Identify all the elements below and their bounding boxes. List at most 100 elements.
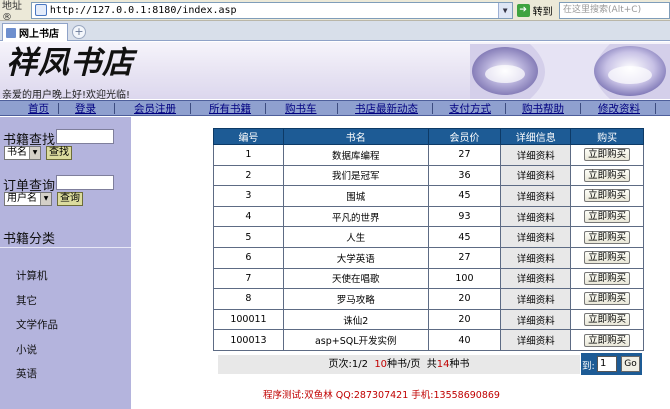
buy-now-button[interactable]: 立即购买 [584, 189, 631, 203]
cell-title: 诛仙2 [282, 308, 429, 331]
browser-search-input[interactable]: 在这里搜索(Alt+C) [559, 1, 670, 19]
buy-now-button[interactable]: 立即购买 [584, 333, 631, 347]
table-row: 100011 诛仙2 20 详细资料 立即购买 [213, 308, 644, 331]
total-unit: 种书 [449, 359, 470, 370]
cell-id: 2 [213, 164, 284, 187]
detail-link[interactable]: 详细资料 [500, 205, 572, 228]
buy-now-button[interactable]: 立即购买 [584, 168, 631, 182]
order-search-input[interactable] [56, 175, 114, 190]
order-search-type-select[interactable]: 用户名 ▼ [4, 192, 52, 206]
page-value: 1/2 [351, 359, 368, 370]
url-text: http://127.0.0.1:8180/index.asp [49, 4, 237, 16]
category-title: 书籍分类 [3, 232, 56, 247]
cell-id: 1 [213, 144, 284, 166]
go-label: 转到 [532, 6, 553, 18]
nav-login[interactable]: 登录 [75, 102, 96, 116]
cell-price: 36 [427, 164, 502, 187]
detail-link[interactable]: 详细资料 [500, 226, 572, 248]
new-tab-icon[interactable]: + [72, 25, 86, 39]
table-row: 6 大学英语 27 详细资料 立即购买 [213, 246, 644, 269]
browser-address-bar: 地址 ® http://127.0.0.1:8180/index.asp ▼ ➔… [0, 0, 670, 23]
detail-link[interactable]: 详细资料 [500, 288, 572, 310]
detail-link[interactable]: 详细资料 [500, 144, 572, 166]
buy-now-button[interactable]: 立即购买 [584, 271, 631, 285]
jump-page-input[interactable]: 1 [597, 356, 617, 372]
table-row: 1 数据库编程 27 详细资料 立即购买 [213, 144, 644, 166]
buy-now-button[interactable]: 立即购买 [584, 230, 631, 244]
cell-id: 5 [213, 226, 284, 248]
nav-help[interactable]: 购书帮助 [522, 102, 564, 116]
cell-price: 45 [427, 185, 502, 207]
detail-link[interactable]: 详细资料 [500, 164, 572, 187]
pagination-info: 页次:1/2 10种书/页 共14种书 [218, 355, 580, 374]
total-value: 14 [436, 359, 450, 370]
cell-id: 3 [213, 185, 284, 207]
buy-now-button[interactable]: 立即购买 [584, 148, 631, 162]
chevron-down-icon: ▼ [40, 193, 51, 205]
cell-price: 20 [427, 288, 502, 310]
welcome-message: 亲爱的用户晚上好!欢迎光临! [2, 90, 131, 99]
cell-title: 我们是冠军 [282, 164, 429, 187]
nav-separator [337, 103, 338, 114]
cell-buy: 立即购买 [570, 185, 644, 207]
table-row: 4 平凡的世界 93 详细资料 立即购买 [213, 205, 644, 228]
nav-register[interactable]: 会员注册 [134, 102, 176, 116]
category-novel[interactable]: 小说 [16, 342, 37, 357]
header-price: 会员价 [427, 128, 502, 145]
nav-all-books[interactable]: 所有书籍 [209, 102, 251, 116]
category-computer[interactable]: 计算机 [16, 268, 48, 283]
order-search-type-value: 用户名 [7, 193, 37, 204]
page-icon [34, 4, 47, 16]
per-page-value: 10 [374, 359, 388, 370]
table-row: 3 围城 45 详细资料 立即购买 [213, 185, 644, 207]
buy-now-button[interactable]: 立即购买 [584, 251, 631, 265]
category-divider [0, 247, 131, 248]
go-arrow-icon: ➔ [516, 3, 530, 17]
url-field[interactable]: http://127.0.0.1:8180/index.asp ▼ [30, 1, 513, 19]
cell-title: 数据库编程 [282, 144, 429, 166]
detail-link[interactable]: 详细资料 [500, 308, 572, 331]
detail-link[interactable]: 详细资料 [500, 329, 572, 351]
browser-tab[interactable]: 网上书店 [2, 23, 68, 41]
nav-separator [190, 103, 191, 114]
cell-id: 7 [213, 267, 284, 290]
go-button[interactable]: ➔ 转到 [516, 3, 559, 18]
cell-title: 罗马攻略 [282, 288, 429, 310]
category-literature[interactable]: 文学作品 [16, 317, 58, 332]
nav-separator [505, 103, 506, 114]
detail-link[interactable]: 详细资料 [500, 267, 572, 290]
nav-separator [432, 103, 433, 114]
header-title: 书名 [282, 128, 429, 145]
nav-edit-profile[interactable]: 修改资料 [598, 102, 640, 116]
tab-title: 网上书店 [19, 29, 59, 40]
buy-now-button[interactable]: 立即购买 [584, 292, 631, 306]
tab-page-icon [6, 27, 16, 38]
cell-title: asp+SQL开发实例 [282, 329, 429, 351]
cell-buy: 立即购买 [570, 246, 644, 269]
cell-buy: 立即购买 [570, 164, 644, 187]
detail-link[interactable]: 详细资料 [500, 246, 572, 269]
nav-payment[interactable]: 支付方式 [449, 102, 491, 116]
nav-news[interactable]: 书店最新动态 [355, 102, 418, 116]
chevron-down-icon[interactable]: ▼ [497, 2, 512, 18]
nav-cart[interactable]: 购书车 [285, 102, 317, 116]
book-search-button[interactable]: 查找 [46, 146, 72, 160]
book-search-input[interactable] [56, 129, 114, 144]
category-other[interactable]: 其它 [16, 293, 37, 308]
order-search-button[interactable]: 查询 [57, 192, 83, 206]
address-label: 地址 ® [2, 1, 22, 23]
buy-now-button[interactable]: 立即购买 [584, 210, 631, 224]
detail-link[interactable]: 详细资料 [500, 185, 572, 207]
cell-price: 100 [427, 267, 502, 290]
cell-buy: 立即购买 [570, 144, 644, 166]
jump-go-button[interactable]: Go [621, 356, 640, 372]
category-english[interactable]: 英语 [16, 366, 37, 381]
cell-title: 围城 [282, 185, 429, 207]
jump-label: 到: [582, 361, 595, 372]
book-search-type-select[interactable]: 书名 ▼ [4, 146, 41, 160]
cell-id: 8 [213, 288, 284, 310]
nav-home[interactable]: 首页 [28, 102, 49, 116]
cell-id: 4 [213, 205, 284, 228]
sidebar: 书籍查找 书名 ▼ 查找 订单查询 用户名 ▼ 查询 书籍分类 计算机 其它 文… [0, 117, 131, 409]
buy-now-button[interactable]: 立即购买 [584, 313, 631, 327]
